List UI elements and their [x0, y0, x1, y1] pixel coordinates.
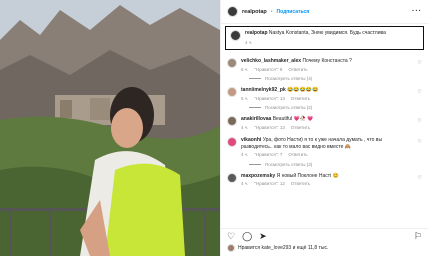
- comment: vikaonhi Ура, фото Насти) я то к уже нач…: [227, 137, 422, 159]
- follow-button[interactable]: Подписаться: [277, 9, 310, 15]
- separator-dot: •: [270, 8, 273, 15]
- caption-time: 4 ч.: [245, 39, 253, 45]
- comments-list: velichko_lashmaker_alex Почему Констанст…: [221, 52, 428, 228]
- comment-icon[interactable]: ◯: [242, 231, 252, 242]
- comment-time: 4 ч.: [241, 124, 249, 130]
- reply-button[interactable]: Ответить: [291, 125, 310, 132]
- avatar[interactable]: [227, 172, 237, 183]
- action-bar: ♡ ◯ ➤ ⚐: [221, 228, 428, 244]
- comment-username[interactable]: tanniimelnyk92_pk: [241, 87, 286, 93]
- post-photo[interactable]: [0, 0, 220, 256]
- likes-text[interactable]: Нравится kate_love293 и ещё 11,8 тыс.: [238, 245, 328, 251]
- caption-text: Nastya Konstanta, Зняю увидимся. Будь сч…: [268, 30, 386, 36]
- avatar[interactable]: [227, 6, 238, 17]
- heart-icon[interactable]: ♡: [418, 60, 422, 66]
- avatar[interactable]: [227, 87, 237, 97]
- comment-time: 5 ч.: [241, 95, 249, 101]
- reply-button[interactable]: Ответить: [288, 152, 307, 159]
- view-replies[interactable]: Посмотреть ответы (2): [249, 105, 422, 110]
- comment-likes[interactable]: "Нравится": 13: [254, 96, 285, 103]
- more-icon[interactable]: ···: [412, 8, 422, 15]
- view-replies-label[interactable]: Посмотреть ответы (2): [265, 105, 312, 110]
- save-icon[interactable]: ⚐: [414, 231, 422, 242]
- comment-text: Я новый Поклоне Насті 😊: [276, 172, 339, 179]
- comment-username[interactable]: vikaonhi: [241, 137, 261, 143]
- comment-text: Ура, фото Насти) я то к уже начала думат…: [241, 137, 383, 150]
- comment: tanniimelnyk92_pk 😂😂😂😂😂 5 ч. "Нравится":…: [227, 87, 422, 102]
- post-image: [0, 0, 220, 256]
- comment-username[interactable]: velichko_lashmaker_alex: [241, 58, 301, 64]
- view-replies-label[interactable]: Посмотреть ответы (3): [265, 162, 312, 167]
- comment-username[interactable]: anakirillovaa: [241, 116, 271, 122]
- avatar[interactable]: [227, 116, 237, 126]
- avatar[interactable]: [227, 58, 237, 68]
- caption: realpotap Nastya Konstanta, Зняю увидимс…: [225, 26, 424, 50]
- avatar: [227, 244, 235, 252]
- likes-summary[interactable]: Нравится kate_love293 и ещё 11,8 тыс.: [221, 244, 428, 256]
- heart-icon[interactable]: ♡: [418, 89, 422, 95]
- comment-likes[interactable]: "Нравится": 7: [254, 152, 282, 159]
- comment-time: 4 ч.: [241, 181, 249, 186]
- view-replies[interactable]: Посмотреть ответы (4): [249, 76, 422, 81]
- reply-button[interactable]: Ответить: [291, 96, 310, 103]
- comment: anakirillovaa Beautiful 💗🥀 💗 4 ч. "Нрави…: [227, 116, 422, 131]
- avatar[interactable]: [227, 137, 237, 147]
- view-replies-label[interactable]: Посмотреть ответы (4): [265, 76, 312, 81]
- share-icon[interactable]: ➤: [259, 231, 267, 242]
- comment-text: 😂😂😂😂😂: [287, 87, 319, 93]
- reply-button[interactable]: Ответить: [291, 181, 310, 188]
- author-username[interactable]: realpotap: [242, 9, 267, 15]
- heart-icon[interactable]: ♡: [418, 175, 422, 181]
- comment-username[interactable]: maxpozemsky: [241, 173, 275, 179]
- comment-text: Почему Констанста ?: [302, 58, 352, 64]
- comment-likes[interactable]: "Нравится": 9: [254, 67, 282, 74]
- heart-icon[interactable]: ♡: [418, 118, 422, 124]
- comment-likes[interactable]: "Нравится": 13: [254, 125, 285, 132]
- comment: velichko_lashmaker_alex Почему Констанст…: [227, 58, 422, 73]
- comment-time: 4 ч.: [241, 152, 249, 157]
- heart-icon[interactable]: ♡: [418, 139, 422, 145]
- comment-text: Beautiful 💗🥀 💗: [272, 116, 314, 122]
- reply-button[interactable]: Ответить: [288, 67, 307, 74]
- avatar[interactable]: [230, 30, 241, 41]
- comment-time: 5 ч.: [241, 66, 249, 72]
- comment-likes[interactable]: "Нравится": 12: [254, 181, 285, 188]
- heart-icon[interactable]: ♡: [227, 231, 235, 242]
- comment: maxpozemsky Я новый Поклоне Насті 😊 4 ч.…: [227, 172, 422, 188]
- caption-username[interactable]: realpotap: [245, 30, 268, 36]
- post-header: realpotap • Подписаться ···: [221, 0, 428, 24]
- view-replies[interactable]: Посмотреть ответы (3): [249, 162, 422, 167]
